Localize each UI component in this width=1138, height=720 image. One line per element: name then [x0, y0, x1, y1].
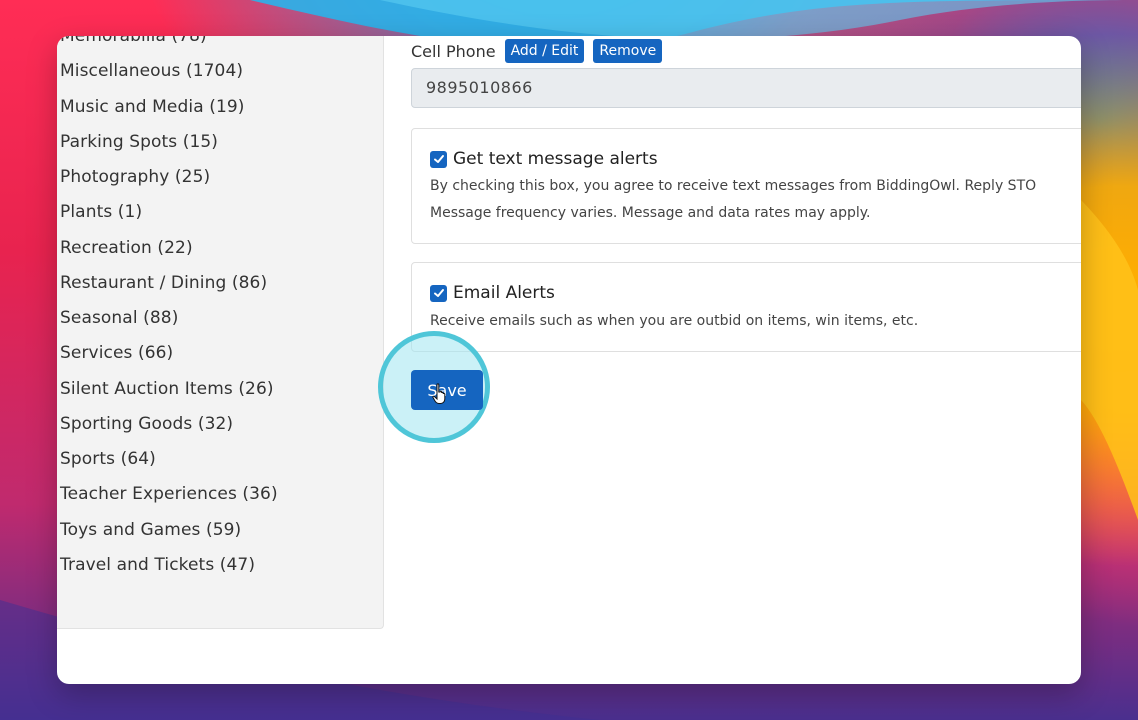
check-icon	[433, 155, 444, 163]
sms-alerts-card: Get text message alerts By checking this…	[411, 128, 1081, 244]
add-edit-phone-button[interactable]: Add / Edit	[504, 39, 585, 63]
category-sidebar: Memorabilia (78) Miscellaneous (1704) Musi…	[57, 36, 384, 629]
category-link[interactable]: Seasonal (88)	[60, 301, 278, 336]
email-alerts-card: Email Alerts Receive emails such as when…	[411, 262, 1081, 352]
sms-consent-text-line2: Message frequency varies. Message and da…	[430, 205, 871, 221]
category-list: Memorabilia (78) Miscellaneous (1704) Musi…	[60, 36, 278, 583]
category-link[interactable]: Restaurant / Dining (86)	[60, 266, 278, 301]
remove-phone-button[interactable]: Remove	[593, 39, 663, 63]
check-icon	[433, 289, 444, 297]
category-link[interactable]: Teacher Experiences (36)	[60, 477, 278, 512]
cell-phone-field[interactable]: 9895010866	[411, 68, 1081, 108]
email-alerts-description: Receive emails such as when you are outb…	[430, 313, 919, 329]
category-link[interactable]: Sporting Goods (32)	[60, 407, 278, 442]
cell-phone-label: Cell Phone	[411, 41, 496, 61]
email-alerts-row: Email Alerts	[430, 283, 555, 303]
notification-settings: Cell Phone Add / Edit Remove 9895010866 …	[411, 36, 1081, 684]
sms-alerts-row: Get text message alerts	[430, 149, 658, 169]
category-link[interactable]: Miscellaneous (1704)	[60, 54, 278, 89]
category-link[interactable]: Sports (64)	[60, 442, 278, 477]
category-link[interactable]: Recreation (22)	[60, 231, 278, 266]
browser-window: Memorabilia (78) Miscellaneous (1704) Musi…	[57, 36, 1081, 684]
category-link[interactable]: Plants (1)	[60, 195, 278, 230]
category-link[interactable]: Services (66)	[60, 336, 278, 371]
email-alerts-label: Email Alerts	[453, 283, 555, 303]
cell-phone-row: Cell Phone Add / Edit Remove	[411, 38, 671, 64]
category-link[interactable]: Memorabilia (78)	[60, 36, 278, 54]
category-link[interactable]: Toys and Games (59)	[60, 513, 278, 548]
hand-pointer-icon	[432, 383, 446, 404]
sms-alerts-label: Get text message alerts	[453, 149, 658, 169]
category-link[interactable]: Music and Media (19)	[60, 90, 278, 125]
sms-consent-text-line1: By checking this box, you agree to recei…	[430, 178, 1037, 194]
email-alerts-checkbox[interactable]	[430, 284, 447, 302]
category-link[interactable]: Photography (25)	[60, 160, 278, 195]
category-link[interactable]: Parking Spots (15)	[60, 125, 278, 160]
category-link[interactable]: Silent Auction Items (26)	[60, 372, 278, 407]
category-link[interactable]: Travel and Tickets (47)	[60, 548, 278, 583]
sms-alerts-checkbox[interactable]	[430, 150, 447, 168]
